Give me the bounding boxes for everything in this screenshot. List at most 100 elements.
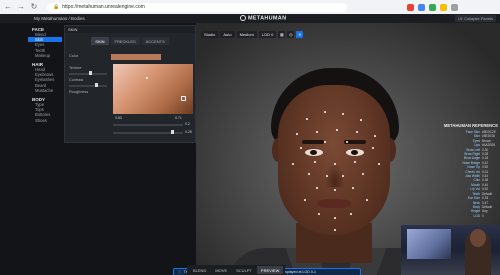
pupil xyxy=(351,150,358,155)
back-icon[interactable]: ← xyxy=(3,2,13,12)
viewport-button-lod-0[interactable]: LOD 0 xyxy=(258,31,277,38)
metahuman-reference-panel: METAHUMAN REFERENCE Face Skin #5D3C2E Skin… xyxy=(438,123,498,233)
camera-icon[interactable]: ◎ xyxy=(287,31,295,38)
left-navigation: FACE Blend Skin Eyes Teeth Makeup HAIR Head Eyeb… xyxy=(28,23,62,123)
mode-tabs: BLEND MOVE SCULPT PREVIEW xyxy=(187,265,286,275)
picker-reference-dot xyxy=(146,77,148,79)
mesh-point[interactable] xyxy=(346,141,348,143)
mesh-point[interactable] xyxy=(350,213,352,215)
viewport-button-auto[interactable]: Auto xyxy=(220,31,235,38)
mode-tab-preview[interactable]: PREVIEW xyxy=(256,266,284,274)
webcam-overlay xyxy=(401,225,500,275)
roughness-value[interactable]: 0.25 xyxy=(185,130,192,134)
app-topbar: My Metahumans / Bodies METAHUMAN UI: Col… xyxy=(0,14,500,23)
mesh-point[interactable] xyxy=(314,161,316,163)
extension-icon[interactable] xyxy=(407,3,414,11)
picker-x-value[interactable]: 0.83 xyxy=(115,116,122,120)
mesh-point[interactable] xyxy=(324,141,326,143)
viewport-button-studio[interactable]: Studio xyxy=(201,31,219,38)
mesh-point[interactable] xyxy=(300,147,302,149)
mesh-point[interactable] xyxy=(334,217,336,219)
collapse-panels-button[interactable]: UI: Collapse Panels xyxy=(454,15,496,22)
mode-tab-blend[interactable]: BLEND xyxy=(189,266,210,274)
mesh-point[interactable] xyxy=(304,199,306,201)
grid-icon[interactable]: ▦ xyxy=(278,31,286,38)
contrast-slider-handle[interactable] xyxy=(95,83,98,87)
mesh-point[interactable] xyxy=(334,163,336,165)
character-face[interactable] xyxy=(278,85,390,235)
mesh-point[interactable] xyxy=(362,173,364,175)
mesh-point[interactable] xyxy=(324,111,326,113)
mesh-point[interactable] xyxy=(316,187,318,189)
extension-icon[interactable] xyxy=(440,3,447,11)
character-eye-left xyxy=(305,149,323,156)
tab-accents[interactable]: ACCENTS xyxy=(141,37,169,45)
mesh-point[interactable] xyxy=(296,133,298,135)
picker-handle[interactable] xyxy=(181,96,186,101)
nav-item-shoes[interactable]: Shoes xyxy=(28,118,62,123)
webcam-background-screen xyxy=(407,229,451,259)
picker-y-value[interactable]: 0.71 xyxy=(175,116,182,120)
roughness-label: Roughness xyxy=(69,90,89,94)
logo-text: METAHUMAN xyxy=(248,15,287,22)
contrast-slider[interactable] xyxy=(69,85,107,87)
mode-tab-sculpt[interactable]: SCULPT xyxy=(232,266,256,274)
mesh-point[interactable] xyxy=(360,119,362,121)
tab-freckles[interactable]: FRECKLES xyxy=(110,37,140,45)
mesh-point[interactable] xyxy=(372,147,374,149)
character-brow-left xyxy=(302,140,324,144)
extension-icon[interactable] xyxy=(429,3,436,11)
extension-icon[interactable] xyxy=(418,3,425,11)
mesh-point[interactable] xyxy=(342,113,344,115)
mesh-point[interactable] xyxy=(292,163,294,165)
mesh-point[interactable] xyxy=(342,175,344,177)
viewport-button-medium[interactable]: Medium xyxy=(236,31,257,38)
reference-rows: Face Skin #5D3C2E Skin #5E3E30 Eyes Brown Lips… xyxy=(438,130,498,218)
mesh-point[interactable] xyxy=(352,187,354,189)
mesh-point[interactable] xyxy=(378,163,380,165)
mesh-point[interactable] xyxy=(374,135,376,137)
texture-slider[interactable] xyxy=(69,73,107,75)
viewport-toolbar: Studio Auto Medium LOD 0 ▦ ◎ ☀ xyxy=(196,31,500,39)
skin-color-swatch[interactable] xyxy=(111,54,161,60)
mesh-point[interactable] xyxy=(308,173,310,175)
skin-panel: SKIN SKIN FRECKLES ACCENTS Color Texture C… xyxy=(64,25,196,143)
mode-tab-move[interactable]: MOVE xyxy=(211,266,231,274)
character-mouth xyxy=(317,199,351,208)
url-text: https://metahuman.unrealengine.com xyxy=(62,3,145,10)
nav-item-mustache[interactable]: Mustache xyxy=(28,88,62,93)
mesh-point[interactable] xyxy=(336,129,338,131)
texture-slider-handle[interactable] xyxy=(89,71,92,75)
mesh-point[interactable] xyxy=(356,131,358,133)
mesh-point[interactable] xyxy=(334,189,336,191)
reference-value: 0 xyxy=(482,213,484,218)
mesh-point[interactable] xyxy=(354,161,356,163)
reference-key: LOD xyxy=(473,213,480,218)
screen: ← → ↻ 🔒 https://metahuman.unrealengine.c… xyxy=(0,0,500,275)
mesh-point[interactable] xyxy=(318,213,320,215)
mesh-point[interactable] xyxy=(316,131,318,133)
texture-label: Texture xyxy=(69,66,82,70)
logo-icon xyxy=(240,15,246,21)
mesh-point[interactable] xyxy=(306,118,308,120)
mesh-point[interactable] xyxy=(326,175,328,177)
contrast-label: Contrast xyxy=(69,78,84,82)
lock-icon: 🔒 xyxy=(53,3,60,10)
skin-tone-picker[interactable] xyxy=(113,64,193,114)
mesh-point[interactable] xyxy=(334,229,336,231)
nav-item-makeup[interactable]: Makeup xyxy=(28,53,62,58)
light-icon[interactable]: ☀ xyxy=(296,31,304,38)
mesh-point[interactable] xyxy=(366,199,368,201)
texture-detail-slider[interactable] xyxy=(113,124,183,126)
tab-skin[interactable]: SKIN xyxy=(91,37,109,45)
color-label: Color xyxy=(69,54,79,58)
roughness-slider-handle[interactable] xyxy=(171,130,174,134)
breadcrumb[interactable]: My Metahumans / Bodies xyxy=(34,16,85,21)
reload-icon[interactable]: ↻ xyxy=(29,2,39,12)
webcam-person-head xyxy=(470,229,486,247)
skin-tabs: SKIN FRECKLES ACCENTS xyxy=(65,37,195,45)
texture-detail-value[interactable]: 0.2 xyxy=(185,122,190,126)
address-bar[interactable]: 🔒 https://metahuman.unrealengine.com xyxy=(47,2,347,12)
profile-avatar[interactable] xyxy=(451,3,458,11)
forward-icon[interactable]: → xyxy=(16,2,26,12)
